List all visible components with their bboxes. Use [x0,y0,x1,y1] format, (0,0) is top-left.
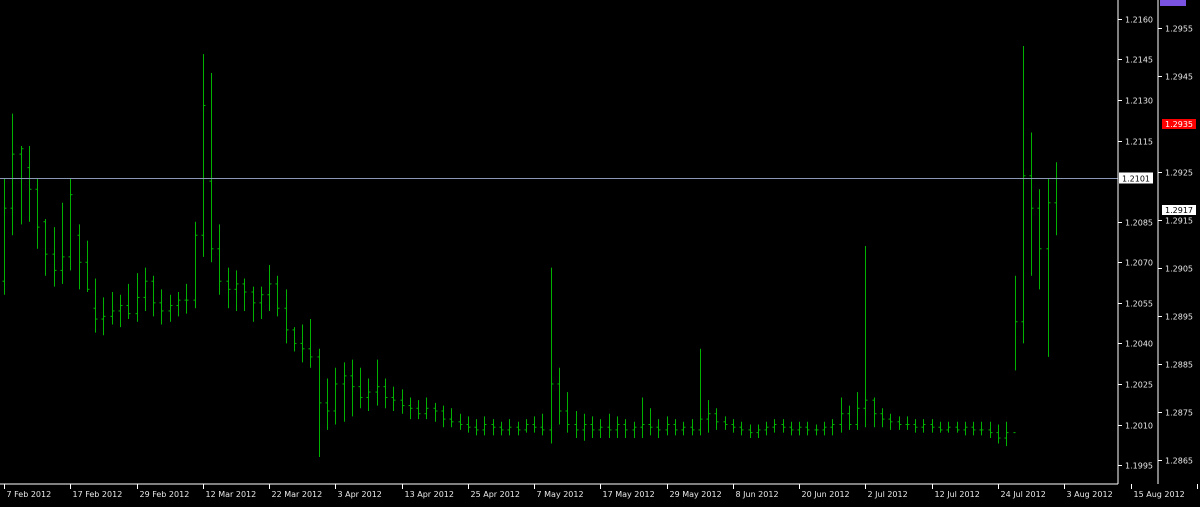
x-tick-label: 12 Jul 2012 [935,490,980,499]
x-tick-label: 29 Feb 2012 [140,490,190,499]
y-tick-label: 1.2130 [1125,97,1153,106]
x-tick-label: 20 Jun 2012 [802,490,850,499]
x-tick-label: 13 Apr 2012 [405,490,454,499]
x-tick-label: 22 Mar 2012 [272,490,323,499]
x-tick-label: 29 May 2012 [670,490,722,499]
x-tick-label: 15 Aug 2012 [1134,490,1185,499]
y-tick-label: 1.2160 [1125,16,1153,25]
right-price-marker: 1.2917 [1162,205,1196,215]
current-price-marker: 1.2101 [1119,172,1153,184]
right-y-tick-label: 1.2865 [1165,457,1193,466]
right-price-marker-label: 1.2935 [1165,120,1193,129]
right-y-tick-label: 1.2915 [1165,217,1193,226]
x-tick-label: 12 Mar 2012 [206,490,257,499]
right-y-tick-label: 1.2885 [1165,361,1193,370]
price-chart: 1.2160 1.2145 1.2130 1.2115 1.2085 1.2070 1.20… [0,0,1200,507]
right-price-marker-label: 1.2917 [1165,206,1193,215]
y-tick-label: 1.2040 [1125,340,1153,349]
y-tick-label: 1.1995 [1125,462,1153,471]
x-tick-label: 17 May 2012 [603,490,655,499]
x-tick-label: 3 Aug 2012 [1067,490,1113,499]
right-y-tick-label: 1.2875 [1165,409,1193,418]
y-tick-label: 1.2115 [1125,138,1153,147]
right-price-marker: 1.2935 [1162,119,1196,129]
y-tick-label: 1.2025 [1125,381,1153,390]
right-y-tick-label: 1.2905 [1165,265,1193,274]
x-tick-label: 2 Jul 2012 [868,490,908,499]
right-y-tick-label: 1.2925 [1165,169,1193,178]
current-price-label: 1.2101 [1122,175,1150,184]
right-y-tick-label: 1.2955 [1165,25,1193,34]
price-scale-tab [1160,0,1186,6]
right-y-tick-label: 1.2945 [1165,73,1193,82]
y-tick-label: 1.2055 [1125,300,1153,309]
y-tick-label: 1.2070 [1125,259,1153,268]
x-tick-label: 17 Feb 2012 [73,490,123,499]
x-tick-label: 8 Jun 2012 [736,490,779,499]
y-tick-label: 1.2145 [1125,56,1153,65]
x-tick-label: 25 Apr 2012 [471,490,520,499]
x-tick-label: 7 May 2012 [537,490,584,499]
right-y-tick-label: 1.2895 [1165,313,1193,322]
y-tick-label: 1.2085 [1125,219,1153,228]
x-tick-label: 24 Jul 2012 [1001,490,1046,499]
y-tick-label: 1.2010 [1125,422,1153,431]
chart-window: 1.2160 1.2145 1.2130 1.2115 1.2085 1.2070 1.20… [0,0,1200,507]
x-tick-label: 3 Apr 2012 [338,490,382,499]
x-tick-label: 7 Feb 2012 [7,490,52,499]
